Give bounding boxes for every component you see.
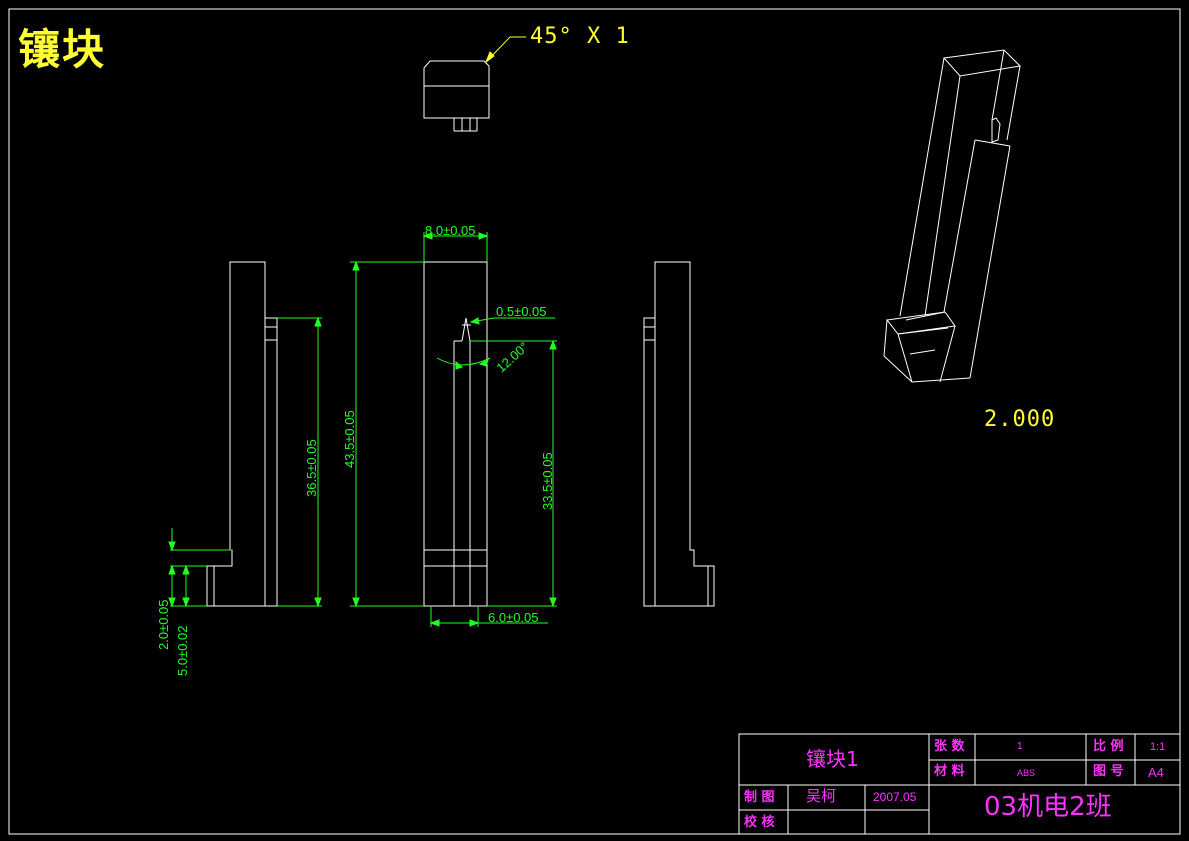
drawn-date: 2007.05 [873, 790, 917, 804]
left-side-view [206, 261, 278, 607]
part-name: 镶块1 [806, 747, 859, 771]
class-name: 03机电2班 [984, 792, 1112, 822]
checked-label: 校 核 [744, 815, 775, 830]
scale-value: 1:1 [1150, 741, 1166, 753]
drawn-by: 吴柯 [806, 787, 837, 805]
top-chamfer-view [423, 60, 490, 132]
front-view [423, 261, 488, 607]
drawing-no-label: 图 号 [1093, 764, 1124, 779]
view-scale-note: 2.000 [984, 407, 1056, 432]
sheets-label: 张 数 [934, 739, 965, 754]
drawing-no-value: A4 [1148, 765, 1164, 780]
dim-left-height: 36.5±0.05 [304, 439, 319, 497]
dim-right-height: 33.5±0.05 [540, 452, 555, 510]
chamfer-leader [484, 36, 526, 64]
dim-top-width: 8.0±0.05 [425, 223, 476, 238]
isometric-view [883, 49, 1022, 383]
right-side-view [643, 261, 715, 607]
drawn-label: 制 图 [744, 790, 775, 805]
material-label: 材 料 [934, 764, 965, 779]
chamfer-note: 45° X 1 [530, 24, 630, 49]
dim-slot-width: 0.5±0.05 [496, 304, 547, 319]
scale-label: 比 例 [1093, 739, 1124, 754]
sheets-value: 1 [1017, 741, 1023, 752]
dim-bottom-width: 6.0±0.05 [488, 610, 539, 625]
material-value: ABS [1017, 768, 1036, 778]
dim-total-height: 43.5±0.05 [342, 410, 357, 468]
dimension-lines [168, 232, 557, 627]
dim-step-large: 5.0±0.02 [175, 625, 190, 676]
drawing-title: 镶块 [18, 25, 107, 74]
dim-step-small: 2.0±0.05 [156, 599, 171, 650]
